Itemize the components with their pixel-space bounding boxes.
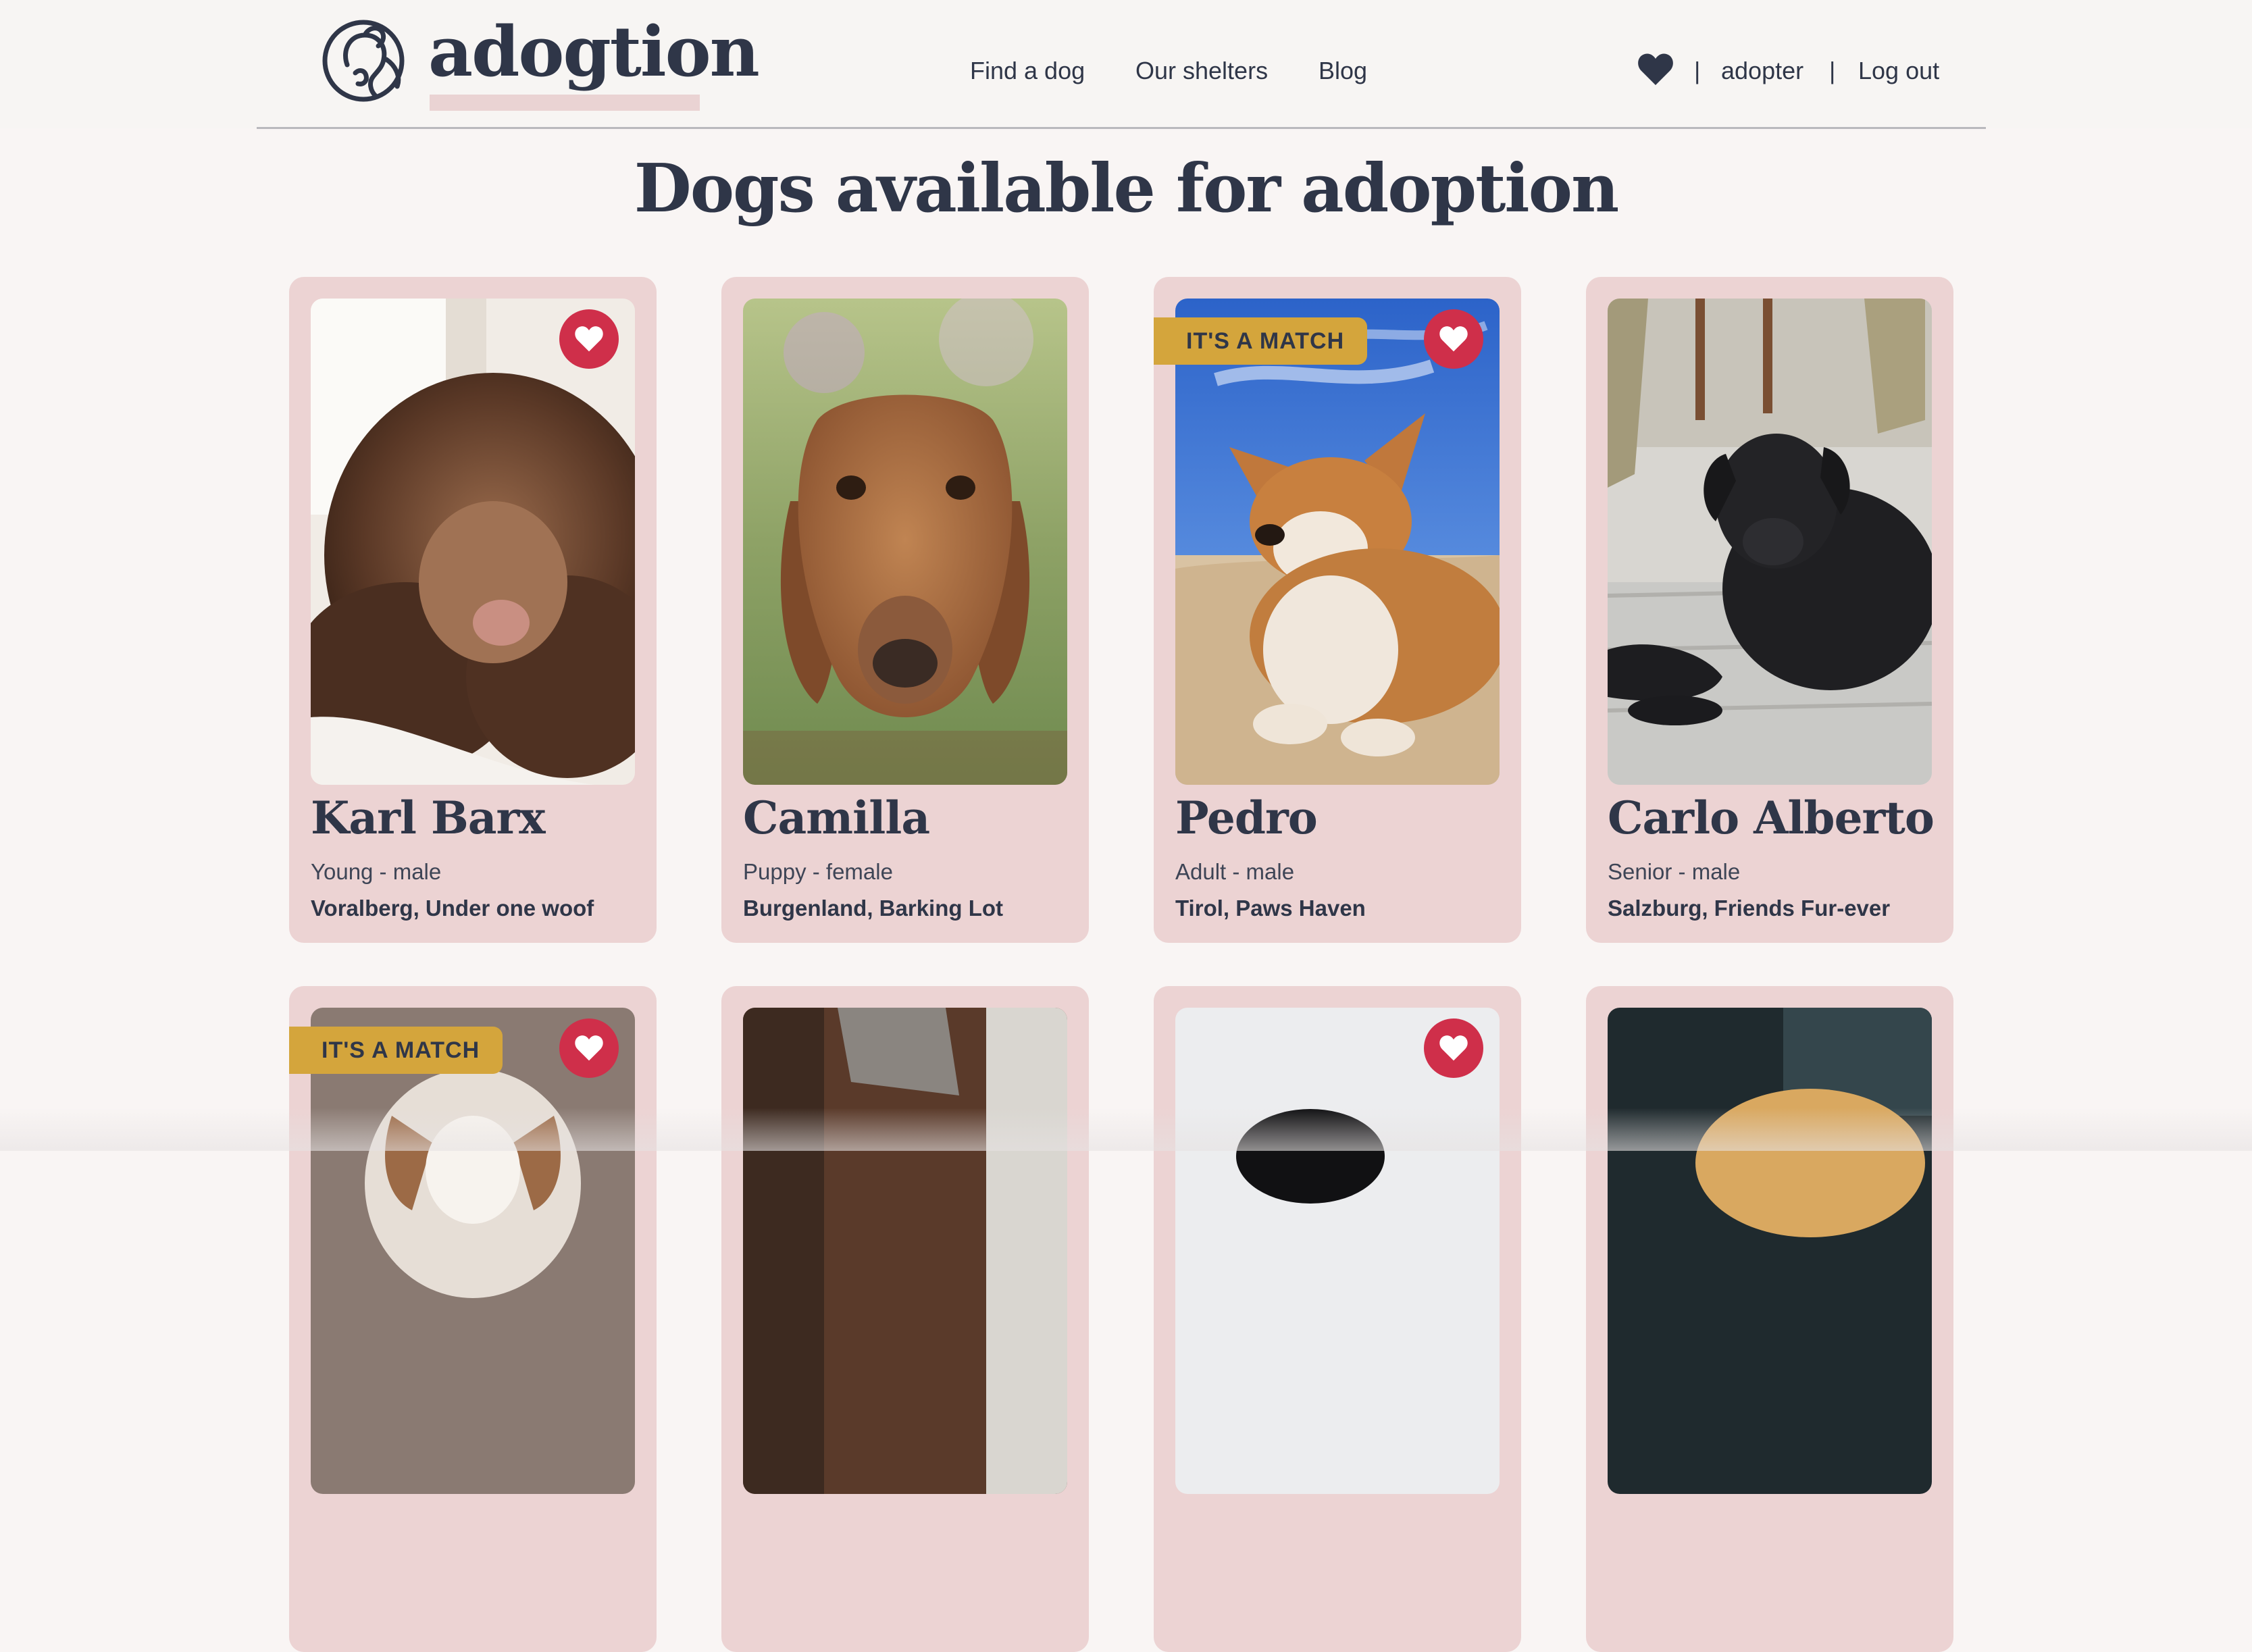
dog-photo[interactable] <box>743 1008 1067 1494</box>
dog-card[interactable]: Carlo Alberto Senior - male Salzburg, Fr… <box>1586 277 1953 943</box>
nav-separator: | <box>1694 57 1701 84</box>
dog-name: Pedro <box>1175 792 1318 844</box>
brand-underline <box>430 95 700 111</box>
heart-icon <box>575 1035 603 1061</box>
dog-card[interactable]: Camilla Puppy - female Burgenland, Barki… <box>721 277 1089 943</box>
favorites-heart-icon[interactable] <box>1637 53 1674 86</box>
dog-age-sex: Young - male <box>311 859 442 884</box>
dog-card[interactable]: IT'S A MATCH <box>289 986 657 1652</box>
dog-photo[interactable] <box>743 299 1067 785</box>
page-title: Dogs available for adoption <box>634 150 1620 228</box>
match-badge: IT'S A MATCH <box>1154 317 1367 365</box>
dog-photo[interactable] <box>1175 299 1500 785</box>
dog-logo-icon[interactable] <box>322 12 409 112</box>
nav-our-shelters[interactable]: Our shelters <box>1135 57 1268 85</box>
dog-age-sex: Puppy - female <box>743 859 893 884</box>
dog-name: Carlo Alberto <box>1608 792 1935 844</box>
dog-age-sex: Senior - male <box>1608 859 1741 884</box>
user-account-link[interactable]: adopter <box>1721 57 1803 85</box>
site-header: adogtion Find a dog Our shelters Blog | … <box>0 0 2252 128</box>
dog-card[interactable] <box>1154 986 1521 1652</box>
favorite-button[interactable] <box>1424 1018 1483 1078</box>
nav-blog[interactable]: Blog <box>1319 57 1367 85</box>
nav-find-a-dog[interactable]: Find a dog <box>970 57 1085 85</box>
dog-card[interactable] <box>721 986 1089 1652</box>
dog-location: Burgenland, Barking Lot <box>743 896 1004 921</box>
dog-location: Tirol, Paws Haven <box>1175 896 1366 921</box>
dog-card[interactable]: Karl Barx Young - male Voralberg, Under … <box>289 277 657 943</box>
favorite-button[interactable] <box>559 309 619 369</box>
dog-card[interactable]: IT'S A MATCH Pedro Adult - male Tirol, P… <box>1154 277 1521 943</box>
nav-separator: | <box>1829 57 1836 84</box>
match-badge: IT'S A MATCH <box>289 1027 503 1074</box>
heart-icon <box>1439 1035 1468 1061</box>
dog-photo[interactable] <box>1608 299 1932 785</box>
dog-card[interactable] <box>1586 986 1953 1652</box>
dog-photo[interactable] <box>311 299 635 785</box>
heart-icon <box>575 326 603 352</box>
dog-age-sex: Adult - male <box>1175 859 1295 884</box>
header-divider <box>257 127 1986 129</box>
dog-photo[interactable] <box>311 1008 635 1494</box>
dog-photo[interactable] <box>1608 1008 1932 1494</box>
favorite-button[interactable] <box>559 1018 619 1078</box>
dog-location: Salzburg, Friends Fur-ever <box>1608 896 1891 921</box>
dog-photo[interactable] <box>1175 1008 1500 1494</box>
dog-name: Karl Barx <box>311 792 546 844</box>
dog-location: Voralberg, Under one woof <box>311 896 594 921</box>
heart-icon <box>1439 326 1468 352</box>
dog-name: Camilla <box>743 792 930 844</box>
favorite-button[interactable] <box>1424 309 1483 369</box>
brand-name[interactable]: adogtion <box>428 18 760 86</box>
logout-link[interactable]: Log out <box>1858 57 1939 85</box>
